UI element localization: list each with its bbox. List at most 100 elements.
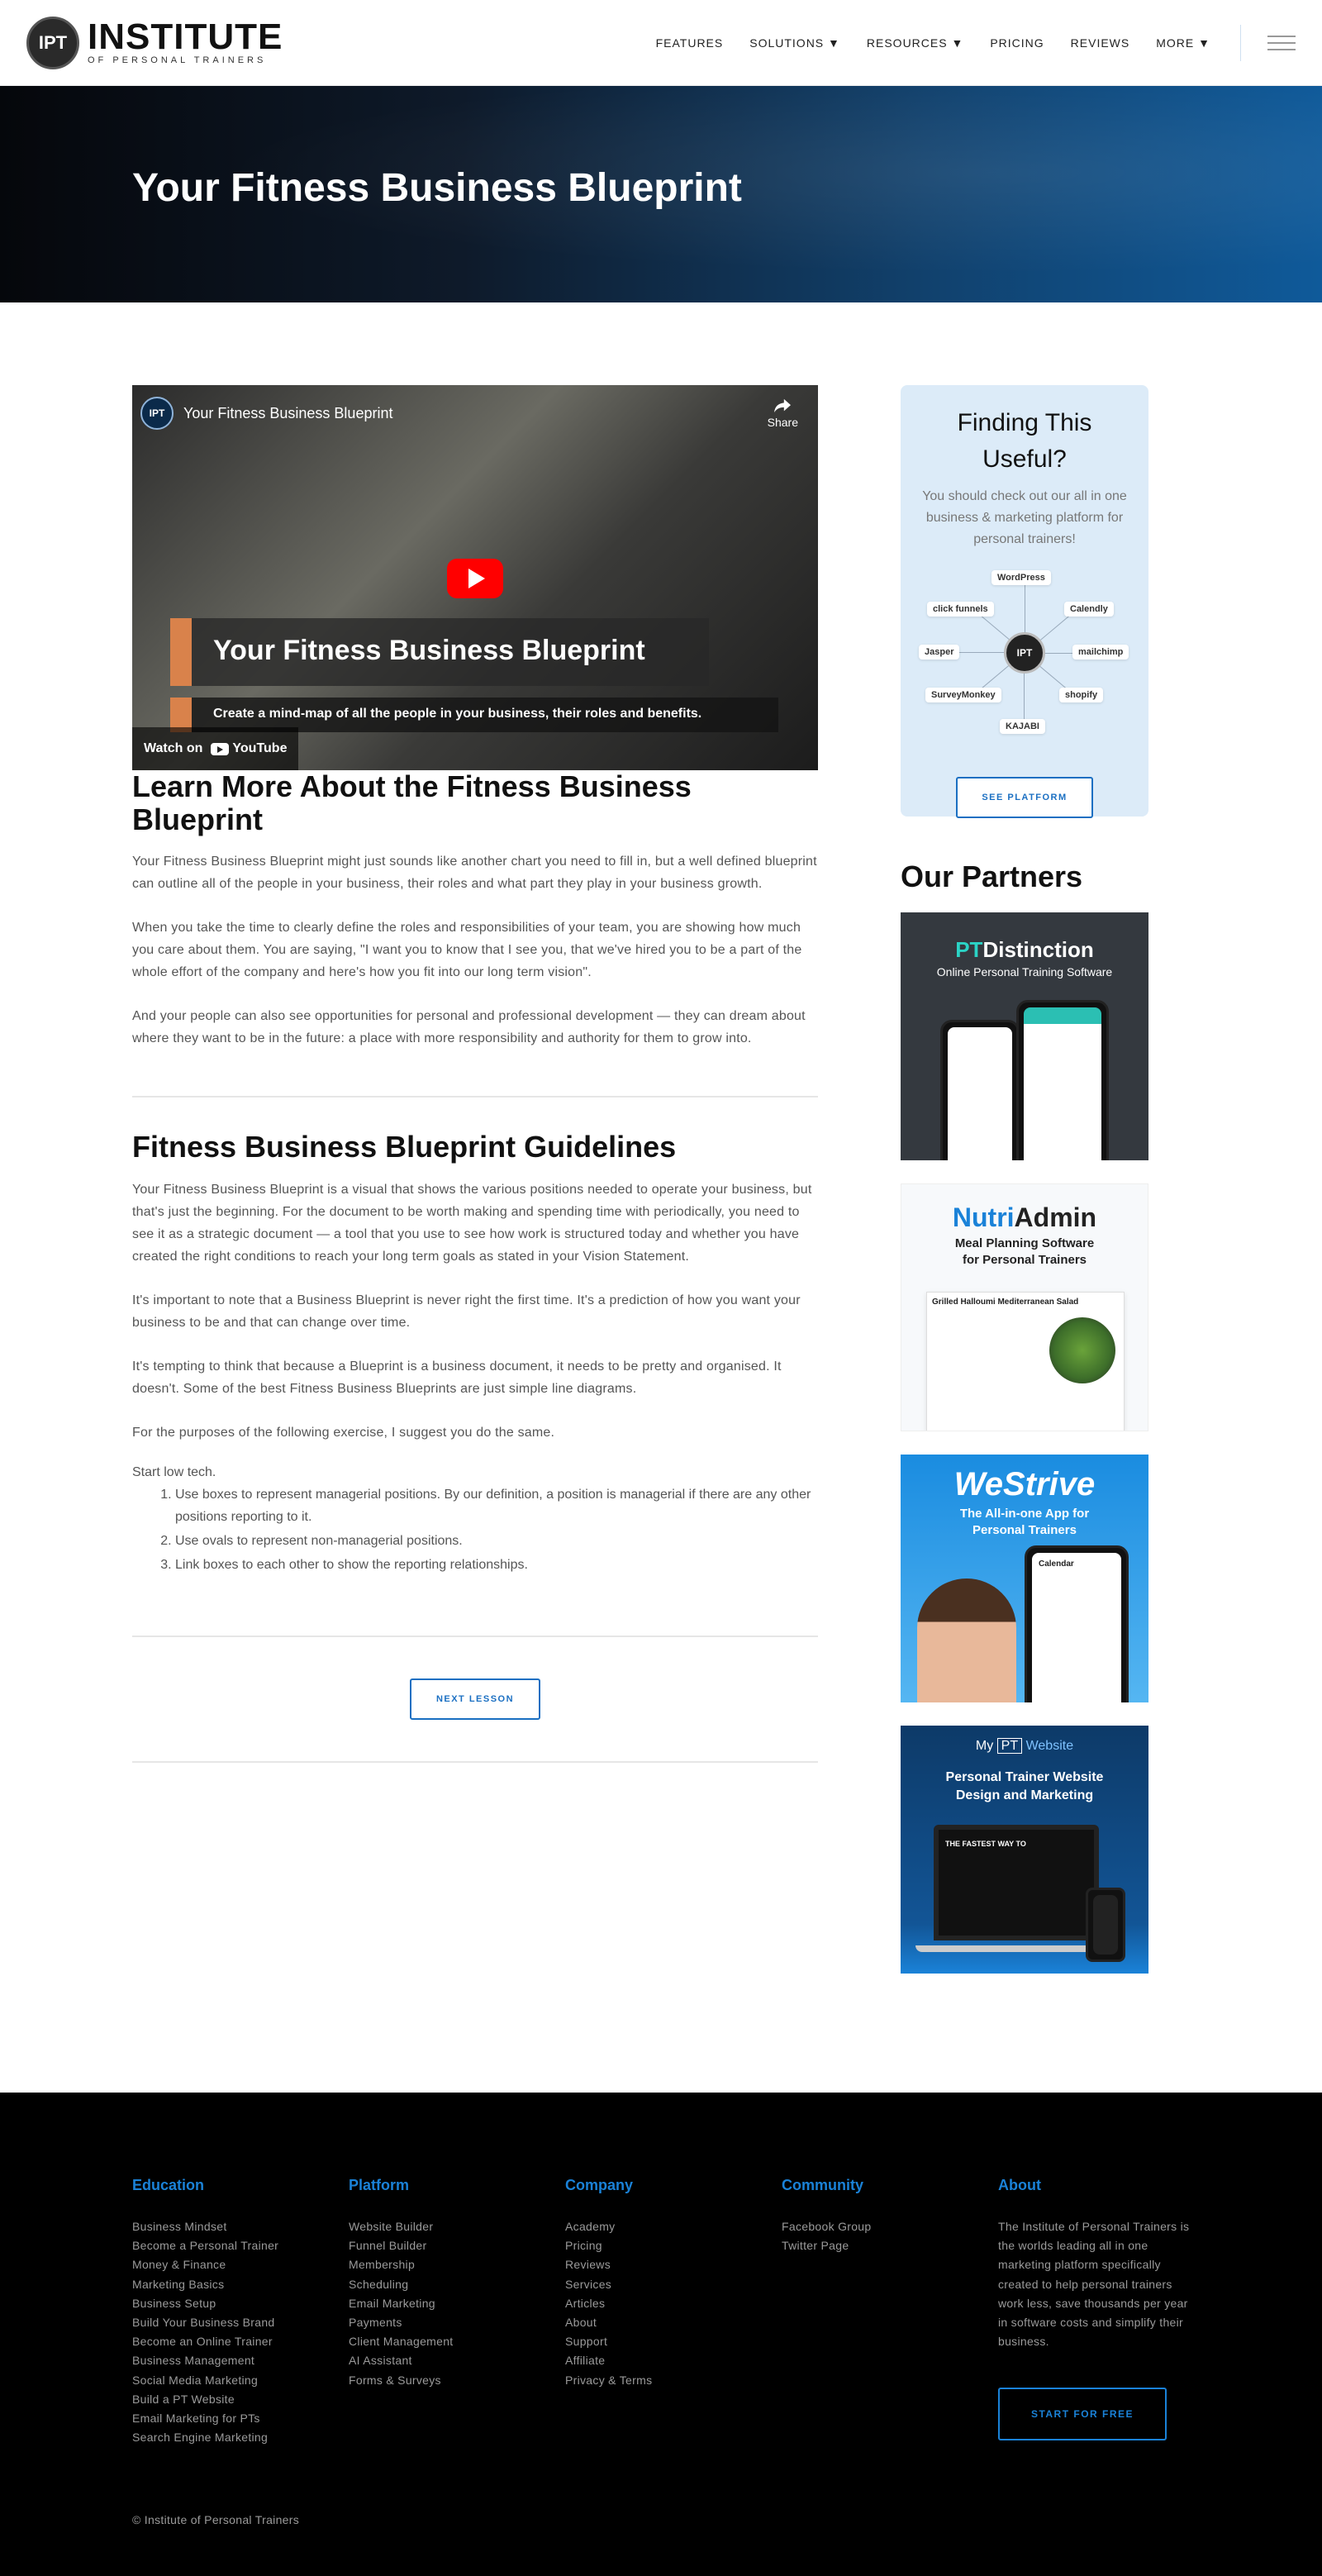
phone-mockup [1016,1000,1109,1160]
article-content: IPT Your Fitness Business Blueprint Shar… [132,385,818,1997]
footer-link[interactable]: Articles [565,2294,782,2313]
footer-link[interactable]: Support [565,2332,782,2351]
app-screen-label: Calendar [1039,1559,1074,1569]
partner-myptwebsite[interactable]: My PT Website Personal Trainer Website D… [901,1726,1148,1974]
trainer-photo [917,1578,1016,1702]
footer-link[interactable]: Website Builder [349,2217,565,2236]
footer-link[interactable]: Email Marketing [349,2294,565,2313]
footer-heading: Education [132,2177,205,2193]
video-channel-title[interactable]: Your Fitness Business Blueprint [183,405,392,422]
logo-badge: IPT [26,16,79,69]
footer-link[interactable]: Business Management [132,2351,349,2370]
paragraph: When you take the time to clearly define… [132,921,802,980]
footer-link[interactable]: Privacy & Terms [565,2371,782,2390]
start-for-free-button[interactable]: START FOR FREE [998,2388,1167,2441]
nav-more[interactable]: MORE ▼ [1156,36,1210,50]
footer-link[interactable]: Facebook Group [782,2217,998,2236]
footer-col-community: Community Facebook Group Twitter Page [782,2177,998,2447]
partner-tagline: Personal Trainer Website Design and Mark… [945,1770,1104,1802]
video-overlay-title: Your Fitness Business Blueprint [192,618,709,686]
share-button[interactable]: Share [768,398,798,429]
footer-link[interactable]: AI Assistant [349,2351,565,2370]
footer-link[interactable]: Business Mindset [132,2217,349,2236]
footer-link[interactable]: Membership [349,2255,565,2274]
paragraph: For the purposes of the following exerci… [132,1425,555,1440]
next-lesson-button[interactable]: NEXT LESSON [410,1678,540,1720]
youtube-label: YouTube [232,741,288,755]
footer-link[interactable]: Become an Online Trainer [132,2332,349,2351]
share-icon [774,398,792,413]
start-text: Start low tech. [132,1464,216,1479]
footer-link[interactable]: Business Setup [132,2294,349,2313]
main-nav: FEATURES SOLUTIONS ▼ RESOURCES ▼ PRICING… [656,24,1296,61]
nav-solutions[interactable]: SOLUTIONS ▼ [749,36,840,50]
footer-link[interactable]: Services [565,2275,782,2294]
footer-link[interactable]: Become a Personal Trainer [132,2236,349,2255]
integrations-diagram: IPT WordPress Calendly mailchimp shopify… [919,570,1130,744]
footer-link[interactable]: Affiliate [565,2351,782,2370]
nav-reviews[interactable]: REVIEWS [1071,36,1130,50]
partner-name-suffix: Distinction [982,937,1094,962]
footer-link[interactable]: Client Management [349,2332,565,2351]
partner-name: NutriAdmin [901,1202,1148,1233]
menu-icon[interactable] [1267,35,1296,50]
partner-tagline: The All-in-one App for Personal Trainers [959,1507,1090,1537]
partner-tagline: Meal Planning Software for Personal Trai… [954,1236,1095,1267]
jasper-logo: Jasper [919,645,960,659]
paragraph: Your Fitness Business Blueprint is a vis… [132,1182,812,1264]
recipe-card-mockup: Grilled Halloumi Mediterranean Salad [926,1292,1125,1431]
lesson-navigation: NEXT LESSON [132,1635,818,1763]
overlay-accent-bar [170,618,192,686]
video-player[interactable]: IPT Your Fitness Business Blueprint Shar… [132,385,818,770]
surveymonkey-logo: SurveyMonkey [925,688,1001,702]
site-footer: Education Business Mindset Become a Pers… [0,2093,1322,2576]
footer-link[interactable]: Forms & Surveys [349,2371,565,2390]
footer-heading: Community [782,2177,863,2193]
footer-col-company: Company Academy Pricing Reviews Services… [565,2177,782,2447]
partner-ptdistinction[interactable]: PTDistinction Online Personal Training S… [901,912,1148,1160]
footer-link[interactable]: Twitter Page [782,2236,998,2255]
paragraph: It's tempting to think that because a Bl… [132,1359,782,1396]
phone-mockup: Calendar [1025,1545,1129,1702]
footer-link[interactable]: Funnel Builder [349,2236,565,2255]
clickfunnels-logo: click funnels [927,602,994,617]
footer-link[interactable]: Search Engine Marketing [132,2428,349,2447]
mailchimp-logo: mailchimp [1072,645,1129,659]
watch-on-youtube[interactable]: Watch on YouTube [132,727,299,770]
footer-link[interactable]: Payments [349,2313,565,2332]
partner-westrive[interactable]: WeStrive The All-in-one App for Personal… [901,1455,1148,1702]
footer-link[interactable]: Money & Finance [132,2255,349,2274]
nav-pricing[interactable]: PRICING [990,36,1044,50]
footer-heading: Platform [349,2177,410,2193]
footer-link[interactable]: Social Media Marketing [132,2371,349,2390]
footer-link[interactable]: Marketing Basics [132,2275,349,2294]
nav-divider [1240,24,1241,61]
partner-name-suffix: Admin [1014,1202,1097,1232]
footer-link[interactable]: Academy [565,2217,782,2236]
play-button[interactable] [447,559,503,598]
paragraph: And your people can also see opportuniti… [132,1009,806,1046]
footer-link[interactable]: Build Your Business Brand [132,2313,349,2332]
site-header: IPT INSTITUTE OF PERSONAL TRAINERS FEATU… [0,0,1322,86]
footer-link[interactable]: Build a PT Website [132,2390,349,2409]
site-logo[interactable]: IPT INSTITUTE OF PERSONAL TRAINERS [26,16,283,69]
partner-name: PTDistinction [901,937,1148,963]
footer-link[interactable]: Scheduling [349,2275,565,2294]
section-heading-guidelines: Fitness Business Blueprint Guidelines [132,1130,677,1164]
calendly-logo: Calendly [1064,602,1114,617]
channel-avatar[interactable]: IPT [140,397,174,430]
ipt-hub-logo: IPT [1004,632,1045,674]
nav-features[interactable]: FEATURES [656,36,724,50]
footer-link[interactable]: About [565,2313,782,2332]
footer-link[interactable]: Reviews [565,2255,782,2274]
footer-heading: Company [565,2177,634,2193]
footer-link[interactable]: Pricing [565,2236,782,2255]
partners-heading: Our Partners [901,859,1083,893]
see-platform-button[interactable]: SEE PLATFORM [956,777,1093,818]
paragraph: It's important to note that a Business B… [132,1293,801,1330]
footer-link[interactable]: Email Marketing for PTs [132,2409,349,2428]
partner-nutriadmin[interactable]: NutriAdmin Meal Planning Software for Pe… [901,1183,1148,1431]
nav-resources[interactable]: RESOURCES ▼ [867,36,963,50]
video-top-bar: IPT Your Fitness Business Blueprint Shar… [140,397,798,430]
footer-col-education: Education Business Mindset Become a Pers… [132,2177,349,2447]
